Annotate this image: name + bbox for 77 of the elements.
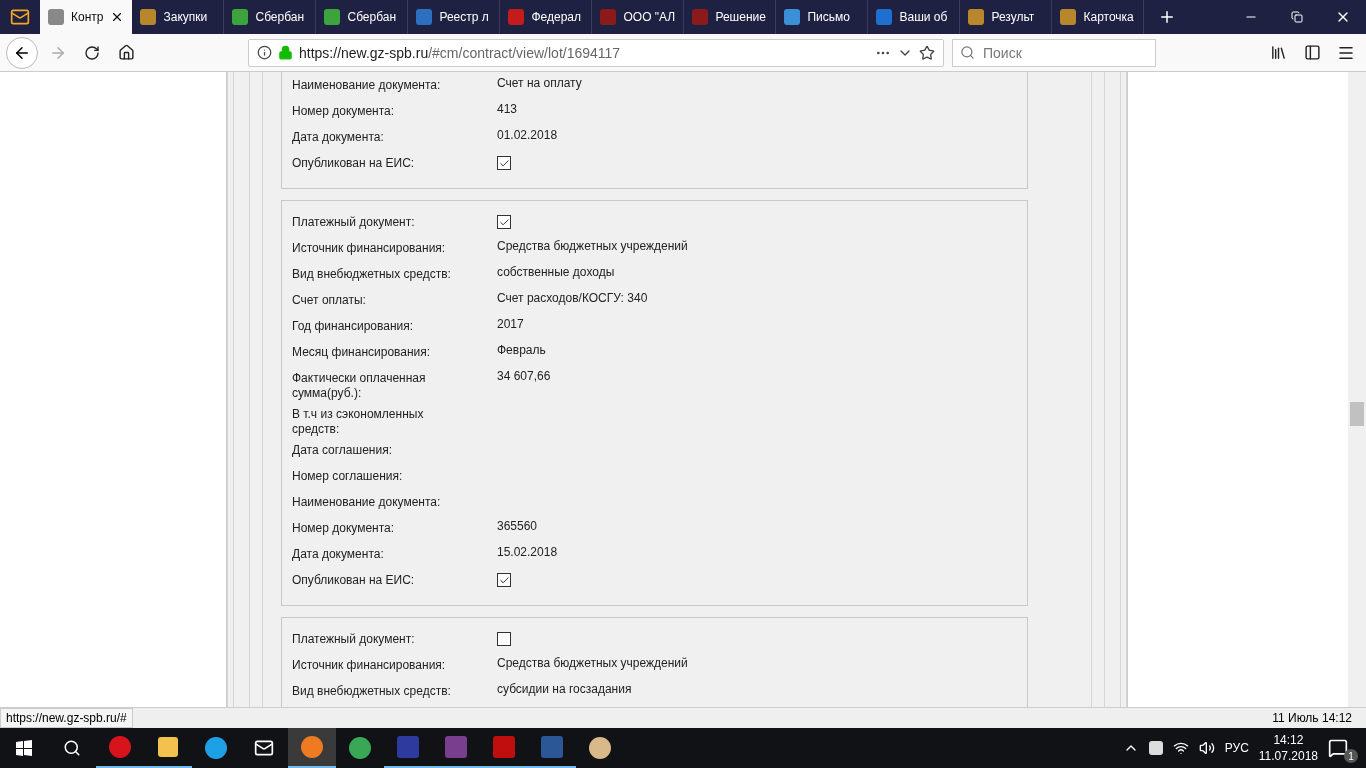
search-field[interactable]: Поиск xyxy=(952,38,1156,67)
field-value: 34 607,66 xyxy=(497,368,551,384)
search-icon[interactable] xyxy=(63,739,81,757)
field-label: Источник финансирования: xyxy=(292,657,447,673)
wifi-icon[interactable] xyxy=(1172,740,1189,756)
field-value: 01.02.2018 xyxy=(497,127,558,143)
field-value: 365560 xyxy=(497,518,538,534)
field-label: Опубликован на ЕИС: xyxy=(292,155,416,171)
field-value: 2017 xyxy=(497,316,524,332)
field-value: 15.02.2018 xyxy=(497,544,558,560)
mail-icon[interactable] xyxy=(10,7,30,27)
field-label: Счет оплаты: xyxy=(292,292,367,308)
field-label: Год финансирования: xyxy=(292,318,415,334)
field-value: 413 xyxy=(497,101,518,117)
field-label: Дата документа: xyxy=(292,129,385,145)
field-label: Вид внебюджетных средств: xyxy=(292,266,452,282)
mail-icon[interactable] xyxy=(254,738,274,758)
checkbox[interactable] xyxy=(497,156,511,170)
restore-icon[interactable] xyxy=(1291,11,1303,23)
field-value: собственные доходы xyxy=(497,264,615,280)
checkbox[interactable] xyxy=(497,573,511,587)
site-icon xyxy=(692,9,709,25)
field-label: Месяц финансирования: xyxy=(292,344,432,360)
site-icon xyxy=(508,9,525,25)
checkbox[interactable] xyxy=(497,215,511,229)
back-button[interactable] xyxy=(6,36,38,69)
field-label: Источник финансирования: xyxy=(292,240,447,256)
site-icon xyxy=(1060,9,1077,25)
field-label: Вид внебюджетных средств: xyxy=(292,683,452,699)
search-icon xyxy=(960,44,975,60)
scrollbar[interactable] xyxy=(1348,72,1366,707)
field-label: Платежный документ: xyxy=(292,631,416,647)
site-icon xyxy=(324,9,341,25)
url-text: https://new.gz-spb.ru/#cm/contract/view/lot/1694117 xyxy=(299,44,621,61)
site-icon xyxy=(416,9,433,25)
reload-icon[interactable] xyxy=(84,44,100,61)
volume-icon[interactable] xyxy=(1198,740,1215,756)
field-value: Счет на оплату xyxy=(497,75,582,91)
sidebar-icon[interactable] xyxy=(1303,44,1321,61)
site-icon xyxy=(232,9,249,25)
field-value: Февраль xyxy=(497,342,546,358)
field-value: Средства бюджетных учреждений xyxy=(497,655,688,671)
address-field[interactable]: https://new.gz-spb.ru/#cm/contract/view/lot/1694117 xyxy=(248,38,944,67)
language-indicator[interactable]: РУС xyxy=(1224,741,1249,755)
site-icon xyxy=(876,9,893,25)
browser-tab[interactable]: Контр xyxy=(40,0,133,34)
status-date: 11 Июль 14:12 xyxy=(1272,711,1352,725)
site-icon xyxy=(968,9,985,25)
library-icon[interactable] xyxy=(1269,44,1287,61)
lock-icon xyxy=(278,45,293,60)
field-label: В т.ч из сэкономленных средств: xyxy=(292,406,425,437)
field-label: Номер документа: xyxy=(292,103,396,119)
field-value: субсидии на госзадания xyxy=(497,681,632,697)
site-icon xyxy=(140,9,157,25)
site-icon xyxy=(784,9,801,25)
checkbox[interactable] xyxy=(497,632,511,646)
field-label: Опубликован на ЕИС: xyxy=(292,572,416,588)
field-label: Номер документа: xyxy=(292,520,396,536)
field-label: Дата документа: xyxy=(292,546,385,562)
notification-count: 1 xyxy=(1344,749,1358,763)
field-label: Фактически оплаченная сумма(руб.): xyxy=(292,370,427,401)
field-value: Средства бюджетных учреждений xyxy=(497,238,688,254)
status-url: https://new.gz-spb.ru/# xyxy=(0,708,133,728)
windows-icon[interactable] xyxy=(16,740,32,756)
field-label: Наименование документа: xyxy=(292,77,442,93)
notifications-icon[interactable] xyxy=(1328,738,1348,758)
home-icon[interactable] xyxy=(117,44,135,61)
site-icon xyxy=(48,9,64,25)
star-icon[interactable] xyxy=(919,44,935,61)
info-icon[interactable] xyxy=(257,45,272,60)
field-label: Наименование документа: xyxy=(292,494,442,510)
field-label: Дата соглашения: xyxy=(292,442,393,458)
site-icon xyxy=(600,9,617,25)
field-label: Платежный документ: xyxy=(292,214,416,230)
clock[interactable]: 14:12 11.07.2018 xyxy=(1258,732,1318,764)
field-label: Номер соглашения: xyxy=(292,468,404,484)
field-value: Счет расходов/КОСГУ: 340 xyxy=(497,290,648,306)
